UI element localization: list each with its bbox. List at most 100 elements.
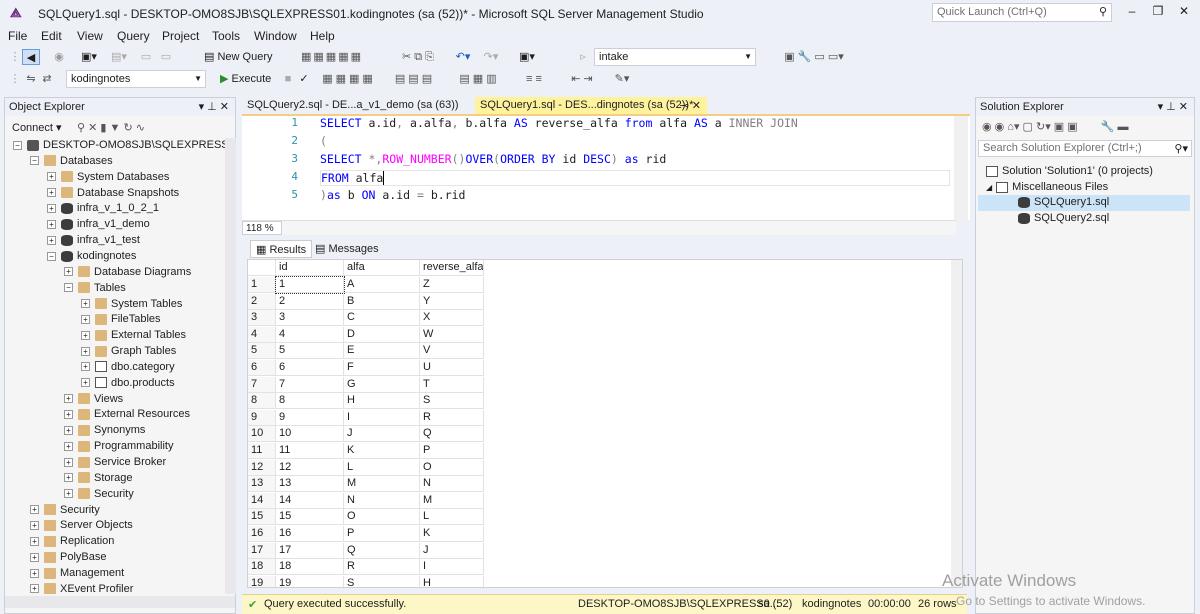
available-databases-combo[interactable]: kodingnotes ▼ bbox=[66, 70, 206, 88]
collapse-icon[interactable]: − bbox=[13, 140, 22, 150]
menu-window[interactable]: Window bbox=[254, 29, 297, 43]
grid-cell[interactable]: U bbox=[420, 360, 484, 376]
expand-icon[interactable]: + bbox=[64, 410, 73, 420]
row-number[interactable]: 14 bbox=[248, 492, 276, 509]
tree-node[interactable]: − Databases bbox=[30, 154, 113, 170]
database-combo[interactable]: intake ▼ bbox=[594, 48, 756, 66]
close-button[interactable]: ✕ bbox=[1174, 4, 1194, 22]
tree-node[interactable]: − kodingnotes bbox=[47, 249, 136, 265]
grid-cell[interactable]: 10 bbox=[276, 426, 344, 443]
grid-cell[interactable]: X bbox=[420, 310, 484, 327]
forward-icon[interactable]: ◉ bbox=[52, 49, 66, 65]
menu-file[interactable]: File bbox=[8, 29, 27, 43]
tree-node[interactable]: + XEvent Profiler bbox=[30, 582, 133, 594]
grid-cell[interactable]: 5 bbox=[276, 343, 344, 360]
tree-node[interactable]: + dbo.category bbox=[81, 360, 175, 376]
file-node[interactable]: SQLQuery2.sql bbox=[1018, 211, 1109, 227]
tree-node[interactable]: + Security bbox=[64, 487, 134, 503]
row-number[interactable]: 19 bbox=[248, 575, 276, 587]
tree-node[interactable]: + Synonyms bbox=[64, 423, 145, 439]
grid-cell[interactable]: 3 bbox=[276, 310, 344, 327]
quick-launch-input[interactable]: Quick Launch (Ctrl+Q) ⚲ bbox=[932, 3, 1112, 22]
grid-cell[interactable]: R bbox=[344, 559, 420, 576]
connect-button[interactable]: Connect ▾ bbox=[12, 121, 62, 134]
grid-cell[interactable]: N bbox=[420, 476, 484, 493]
expand-icon[interactable]: + bbox=[47, 203, 56, 213]
expand-icon[interactable]: + bbox=[47, 219, 56, 229]
row-number[interactable]: 2 bbox=[248, 293, 276, 310]
save-all-icon[interactable]: ▭ bbox=[158, 49, 174, 65]
search-icon[interactable]: ⚲ bbox=[1099, 5, 1107, 18]
tree-node[interactable]: + External Resources bbox=[64, 407, 190, 423]
menu-tools[interactable]: Tools bbox=[212, 29, 240, 43]
debug-icon[interactable]: ▹ bbox=[576, 49, 590, 65]
solution-node[interactable]: Solution 'Solution1' (0 projects) bbox=[986, 164, 1153, 180]
new-project-icon[interactable]: ▣▾ bbox=[78, 49, 100, 65]
solution-search-input[interactable]: Search Solution Explorer (Ctrl+;) ⚲▾ bbox=[978, 140, 1192, 157]
grid-cell[interactable]: B bbox=[344, 293, 420, 310]
grid-cell[interactable]: C bbox=[344, 310, 420, 327]
grid-cell[interactable]: S bbox=[420, 393, 484, 410]
tree-node[interactable]: + External Tables bbox=[81, 328, 186, 344]
results-to-icons[interactable]: ▤▤▤ bbox=[390, 71, 440, 87]
grid-cell[interactable]: V bbox=[420, 343, 484, 360]
grid-cell[interactable]: 14 bbox=[276, 492, 344, 509]
row-number[interactable]: 13 bbox=[248, 476, 276, 493]
tree-node[interactable]: + Graph Tables bbox=[81, 344, 176, 360]
grid-cell[interactable]: R bbox=[420, 409, 484, 426]
grid-cell[interactable]: 7 bbox=[276, 376, 344, 393]
row-number[interactable]: 6 bbox=[248, 360, 276, 376]
grid-cell[interactable]: P bbox=[420, 443, 484, 459]
expand-icon[interactable]: + bbox=[64, 441, 73, 451]
tab-messages[interactable]: ▤ Messages bbox=[310, 240, 384, 258]
change-connection-icon[interactable]: ⇄ bbox=[40, 71, 54, 87]
grid-cell[interactable]: 11 bbox=[276, 443, 344, 459]
tab-sqlquery1[interactable]: SQLQuery1.sql - DES...dingnotes (sa (52)… bbox=[475, 97, 707, 114]
expand-icon[interactable]: + bbox=[47, 188, 56, 198]
grid-cell[interactable]: O bbox=[420, 459, 484, 476]
query-type-icons[interactable]: ▦▦▦▦▦ bbox=[282, 49, 382, 65]
menu-view[interactable]: View bbox=[77, 29, 103, 43]
results-mode-icons[interactable]: ▤ ▦ ▥ bbox=[448, 71, 508, 87]
comment-icons[interactable]: ≡ ≡ bbox=[514, 71, 554, 87]
file-node[interactable]: SQLQuery1.sql bbox=[978, 195, 1190, 211]
connect-icon[interactable]: ⇋ bbox=[24, 71, 38, 87]
menu-project[interactable]: Project bbox=[162, 29, 199, 43]
grid-cell[interactable]: 18 bbox=[276, 559, 344, 576]
minimize-button[interactable]: – bbox=[1122, 4, 1142, 22]
grid-cell[interactable]: 9 bbox=[276, 409, 344, 426]
expand-icon[interactable]: + bbox=[64, 394, 73, 404]
tree-node[interactable]: + Replication bbox=[30, 534, 114, 550]
solution-config-icon[interactable]: ▣▾ bbox=[516, 49, 538, 65]
row-number[interactable]: 8 bbox=[248, 393, 276, 410]
row-number[interactable]: 3 bbox=[248, 310, 276, 327]
grid-cell[interactable]: 2 bbox=[276, 293, 344, 310]
column-header[interactable]: alfa bbox=[344, 260, 420, 276]
grid-cell[interactable]: J bbox=[344, 426, 420, 443]
parse-icon[interactable]: ✓ bbox=[298, 71, 310, 87]
grid-cell[interactable]: A bbox=[344, 277, 420, 293]
save-icon[interactable]: ▭ bbox=[138, 49, 154, 65]
panel-controls-icon[interactable]: ▾ ⊥ ✕ bbox=[1158, 100, 1188, 113]
tree-node[interactable]: + Programmability bbox=[64, 439, 173, 455]
grid-cell[interactable]: Y bbox=[420, 293, 484, 310]
editor-vertical-scrollbar[interactable] bbox=[954, 116, 968, 220]
grid-cell[interactable]: 19 bbox=[276, 575, 344, 587]
grid-cell[interactable]: K bbox=[344, 443, 420, 459]
grid-cell[interactable]: 6 bbox=[276, 360, 344, 376]
misc-files-node[interactable]: ◢ Miscellaneous Files bbox=[986, 180, 1108, 196]
grid-cell[interactable]: I bbox=[420, 559, 484, 576]
expand-icon[interactable]: + bbox=[81, 362, 90, 372]
results-grid[interactable]: id alfa reverse_alfa 1 1 A Z 2 2 B Y 3 3 C X 4 4 D W 5 5 E V 6 6… bbox=[247, 259, 963, 588]
grid-cell[interactable]: J bbox=[420, 542, 484, 559]
grid-cell[interactable]: 15 bbox=[276, 509, 344, 526]
expand-icon[interactable]: + bbox=[81, 330, 90, 340]
maximize-button[interactable]: ❐ bbox=[1148, 4, 1168, 22]
new-query-button[interactable]: ▤ New Query bbox=[204, 49, 276, 65]
grid-cell[interactable]: 4 bbox=[276, 326, 344, 343]
collapse-icon[interactable]: − bbox=[30, 156, 39, 166]
grid-cell[interactable]: T bbox=[420, 376, 484, 393]
menu-query[interactable]: Query bbox=[117, 29, 150, 43]
expand-icon[interactable]: + bbox=[81, 378, 90, 388]
redo-icon[interactable]: ↷▾ bbox=[480, 49, 502, 65]
